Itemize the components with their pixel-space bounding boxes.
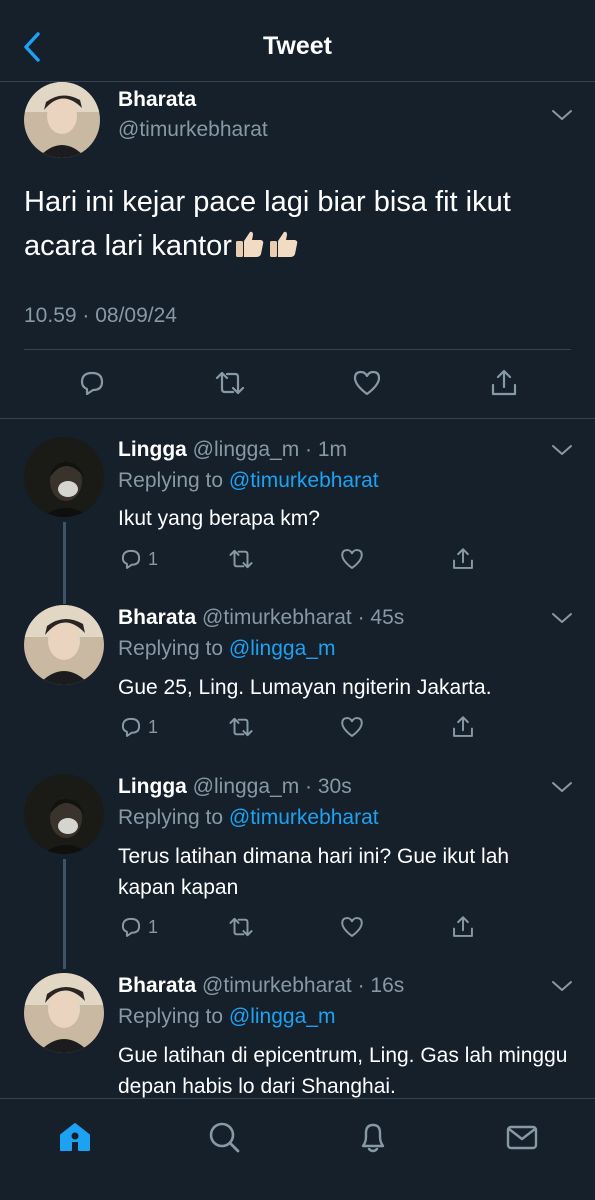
mention-link[interactable]: @lingga_m xyxy=(229,1005,336,1028)
share-button[interactable] xyxy=(450,913,476,941)
reply-icon xyxy=(121,549,141,569)
replying-to-label: Replying to xyxy=(118,469,229,492)
share-icon xyxy=(453,716,473,737)
share-icon[interactable] xyxy=(488,367,520,399)
page-title: Tweet xyxy=(263,32,332,60)
reply-text: Gue 25, Ling. Lumayan ngiterin Jakarta. xyxy=(118,676,492,699)
reply-icon xyxy=(121,917,141,937)
reply-actions: 1 xyxy=(118,545,578,575)
author-handle-time: @lingga_m · 30s xyxy=(192,775,352,798)
thread-line xyxy=(63,522,66,604)
bell-icon[interactable] xyxy=(355,1119,391,1155)
thumbs-up-icon xyxy=(268,228,300,258)
bottom-tab-bar xyxy=(0,1098,595,1200)
avatar[interactable] xyxy=(24,973,104,1053)
chevron-down-icon[interactable] xyxy=(551,108,573,122)
mail-icon[interactable] xyxy=(504,1119,540,1155)
search-icon[interactable] xyxy=(206,1119,242,1155)
heart-icon xyxy=(341,549,363,569)
tweet-timestamp: 10.59 · 08/09/24 xyxy=(24,304,177,327)
replying-to: Replying to @timurkebharat xyxy=(118,806,379,830)
replying-to-label: Replying to xyxy=(118,637,229,660)
author-name[interactable]: Lingga xyxy=(118,438,187,461)
chevron-down-icon[interactable] xyxy=(551,979,573,993)
reply-button[interactable]: 1 xyxy=(118,545,158,573)
mention-link[interactable]: @lingga_m xyxy=(229,637,336,660)
retweet-button[interactable] xyxy=(228,713,254,741)
replying-to: Replying to @lingga_m xyxy=(118,1005,335,1029)
reply-text: Ikut yang berapa km? xyxy=(118,507,320,530)
retweet-icon xyxy=(229,549,253,569)
reply-author: Bharata @timurkebharat · 16s xyxy=(118,974,404,998)
reply-icon xyxy=(121,717,141,737)
reply-text: Gue latihan di epicentrum, Ling. Gas lah… xyxy=(118,1044,568,1098)
author-name[interactable]: Bharata xyxy=(118,606,196,629)
retweet-button[interactable] xyxy=(228,545,254,573)
avatar[interactable] xyxy=(24,437,104,517)
reply-count: 1 xyxy=(148,916,159,937)
chevron-down-icon[interactable] xyxy=(551,780,573,794)
author-name[interactable]: Bharata xyxy=(118,88,196,112)
reply-actions: 1 xyxy=(118,913,578,943)
reply-icon[interactable] xyxy=(76,367,108,399)
share-button[interactable] xyxy=(450,713,476,741)
replying-to: Replying to @timurkebharat xyxy=(118,469,379,493)
chevron-down-icon[interactable] xyxy=(551,611,573,625)
author-name[interactable]: Bharata xyxy=(118,974,196,997)
reply-button[interactable]: 1 xyxy=(118,713,158,741)
replying-to: Replying to @lingga_m xyxy=(118,637,335,661)
author-handle-time: @timurkebharat · 16s xyxy=(202,974,405,997)
retweet-button[interactable] xyxy=(228,913,254,941)
chevron-down-icon[interactable] xyxy=(551,443,573,457)
thumbs-up-icon xyxy=(234,228,266,258)
reply-count: 1 xyxy=(148,716,159,737)
author-name[interactable]: Lingga xyxy=(118,775,187,798)
replying-to-label: Replying to xyxy=(118,1005,229,1028)
like-button[interactable] xyxy=(339,713,365,741)
author-handle-time: @lingga_m · 1m xyxy=(192,438,348,461)
thread-line xyxy=(63,859,66,969)
home-icon[interactable] xyxy=(57,1119,93,1155)
top-bar: Tweet xyxy=(0,0,595,82)
reply-button[interactable]: 1 xyxy=(118,913,158,941)
author-handle-time: @timurkebharat · 45s xyxy=(202,606,405,629)
retweet-icon xyxy=(229,917,253,937)
avatar[interactable] xyxy=(24,82,100,158)
share-icon xyxy=(453,916,473,937)
heart-icon xyxy=(341,717,363,737)
share-icon xyxy=(453,548,473,569)
divider xyxy=(0,418,595,419)
avatar[interactable] xyxy=(24,774,104,854)
reply-author: Bharata @timurkebharat · 45s xyxy=(118,606,404,630)
reply-count: 1 xyxy=(148,548,159,569)
share-button[interactable] xyxy=(450,545,476,573)
author-handle[interactable]: @timurkebharat xyxy=(118,118,268,142)
reply-actions: 1 xyxy=(118,713,578,743)
reply-author: Lingga @lingga_m · 30s xyxy=(118,775,352,799)
heart-icon xyxy=(341,917,363,937)
retweet-icon xyxy=(229,717,253,737)
retweet-icon[interactable] xyxy=(214,367,246,399)
heart-icon[interactable] xyxy=(351,367,383,399)
like-button[interactable] xyxy=(339,545,365,573)
reply-author: Lingga @lingga_m · 1m xyxy=(118,438,347,462)
mention-link[interactable]: @timurkebharat xyxy=(229,469,379,492)
avatar[interactable] xyxy=(24,605,104,685)
tweet-text: Hari ini kejar pace lagi biar bisa fit i… xyxy=(24,180,574,268)
mention-link[interactable]: @timurkebharat xyxy=(229,806,379,829)
divider xyxy=(24,349,571,350)
replying-to-label: Replying to xyxy=(118,806,229,829)
like-button[interactable] xyxy=(339,913,365,941)
reply-text: Terus latihan dimana hari ini? Gue ikut … xyxy=(118,845,510,899)
